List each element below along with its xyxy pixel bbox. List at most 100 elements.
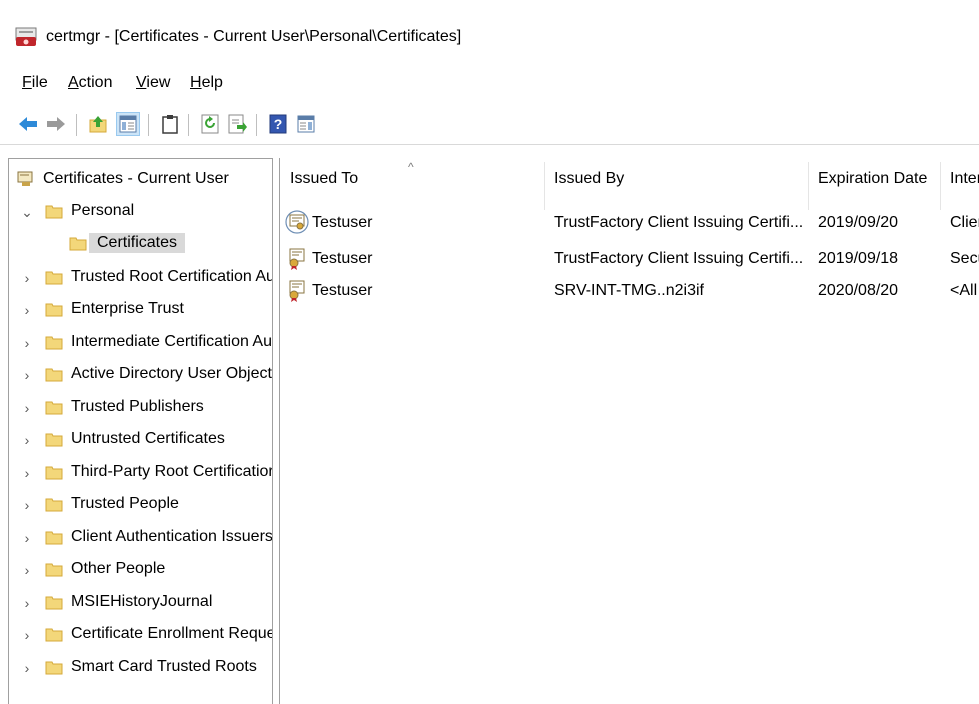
cell-issued-to: Testuser <box>312 214 373 231</box>
menu-file-label: ile <box>31 74 48 91</box>
chevron-right-icon[interactable]: › <box>21 627 33 643</box>
folder-icon <box>45 303 63 317</box>
folder-icon <box>45 401 63 415</box>
chevron-right-icon[interactable]: › <box>21 270 33 286</box>
chevron-right-icon[interactable]: › <box>21 530 33 546</box>
column-header-expiration-date[interactable]: Expiration Date <box>818 170 938 210</box>
back-button[interactable] <box>16 112 40 136</box>
tree-item-personal[interactable]: ⌄ Personal <box>9 199 272 225</box>
menu-action[interactable]: Action <box>68 74 112 92</box>
folder-icon <box>45 596 63 610</box>
help-button[interactable]: ? <box>266 112 290 136</box>
cell-issued-by: SRV-INT-TMG..n2i3if <box>554 282 704 299</box>
tree-item-label: Intermediate Certification Au <box>71 333 272 350</box>
tree-item-label: Third-Party Root Certificatior <box>71 463 273 480</box>
tree-item-trusted-people[interactable]: › Trusted People <box>9 492 272 518</box>
chevron-right-icon[interactable]: › <box>21 335 33 351</box>
tree-item-client-auth-issuers[interactable]: › Client Authentication Issuers <box>9 525 273 551</box>
certificate-list[interactable]: ^ Issued To Issued By Expiration Date In… <box>279 158 979 704</box>
folder-icon <box>45 498 63 512</box>
up-one-level-button[interactable] <box>86 112 110 136</box>
tree-item-label: Client Authentication Issuers <box>71 528 273 545</box>
tree-root-label: Certificates - Current User <box>43 170 229 187</box>
cell-issued-to: Testuser <box>312 282 373 299</box>
chevron-right-icon[interactable]: › <box>21 465 33 481</box>
menu-action-label: ction <box>78 74 113 91</box>
menu-help-label: elp <box>201 74 223 91</box>
refresh-icon <box>201 114 219 134</box>
show-hide-console-tree-button[interactable] <box>116 112 140 136</box>
tree-item-label: Enterprise Trust <box>71 300 184 317</box>
column-divider[interactable] <box>544 162 545 210</box>
export-list-icon <box>228 114 247 134</box>
chevron-right-icon[interactable]: › <box>21 595 33 611</box>
console-tree[interactable]: Certificates - Current User ⌄ Personal C… <box>8 158 273 704</box>
tree-item-enterprise-trust[interactable]: › Enterprise Trust <box>9 297 272 323</box>
tree-item-untrusted[interactable]: › Untrusted Certificates <box>9 427 272 453</box>
tree-item-active-directory[interactable]: › Active Directory User Object <box>9 362 272 388</box>
menu-file[interactable]: File <box>22 74 48 92</box>
tree-item-trusted-root[interactable]: › Trusted Root Certification Au <box>9 265 273 291</box>
window-title: certmgr - [Certificates - Current User\P… <box>46 28 462 45</box>
table-row[interactable]: Testuser TrustFactory Client Issuing Cer… <box>280 244 979 276</box>
folder-icon <box>45 368 63 382</box>
tree-item-label: Other People <box>71 560 166 577</box>
tree-item-label: Certificates <box>89 233 186 253</box>
menu-view[interactable]: View <box>136 74 170 92</box>
certificate-icon <box>289 280 305 302</box>
tree-item-enrollment-requests[interactable]: › Certificate Enrollment Reque: <box>9 622 272 648</box>
up-folder-icon <box>89 116 107 133</box>
tree-root[interactable]: Certificates - Current User <box>9 167 272 193</box>
tree-item-smart-card-roots[interactable]: › Smart Card Trusted Roots <box>9 655 272 681</box>
tree-item-trusted-publishers[interactable]: › Trusted Publishers <box>9 395 272 421</box>
cell-intended-purposes: Secu <box>950 250 979 267</box>
clipboard-button[interactable] <box>158 112 182 136</box>
chevron-right-icon[interactable]: › <box>21 432 33 448</box>
chevron-right-icon[interactable]: › <box>21 367 33 383</box>
menu-help[interactable]: Help <box>190 74 223 92</box>
forward-button[interactable] <box>44 112 68 136</box>
column-divider[interactable] <box>940 162 941 210</box>
export-list-button[interactable] <box>226 112 250 136</box>
folder-icon <box>45 563 63 577</box>
tree-item-other-people[interactable]: › Other People <box>9 557 272 583</box>
forward-icon <box>47 117 65 131</box>
show-hide-action-pane-icon <box>297 115 315 133</box>
folder-icon <box>45 661 63 675</box>
back-icon <box>19 117 37 131</box>
chevron-right-icon[interactable]: › <box>21 660 33 676</box>
folder-icon <box>69 237 87 251</box>
chevron-down-icon[interactable]: ⌄ <box>21 204 33 220</box>
refresh-button[interactable] <box>198 112 222 136</box>
column-header-issued-to[interactable]: Issued To <box>290 170 540 210</box>
tree-item-label: Personal <box>71 202 135 219</box>
tree-item-label: Trusted Publishers <box>71 398 204 415</box>
folder-icon <box>45 466 63 480</box>
folder-icon <box>45 205 63 219</box>
tree-item-label: Active Directory User Object <box>71 365 272 382</box>
tree-item-certificates[interactable]: Certificates <box>9 231 272 257</box>
column-header-label: Expiration Date <box>818 170 928 187</box>
column-divider[interactable] <box>808 162 809 210</box>
tree-item-label: MSIEHistoryJournal <box>71 593 213 610</box>
column-header-intended-purposes[interactable]: Inter <box>950 170 979 210</box>
tree-item-label: Trusted Root Certification Au <box>71 268 273 285</box>
table-row[interactable]: Testuser SRV-INT-TMG..n2i3if 2020/08/20 … <box>280 276 979 308</box>
cell-intended-purposes: Clier <box>950 214 979 231</box>
chevron-right-icon[interactable]: › <box>21 400 33 416</box>
menu-action-accel: A <box>68 74 79 91</box>
tree-item-intermediate[interactable]: › Intermediate Certification Au <box>9 330 272 356</box>
chevron-right-icon[interactable]: › <box>21 497 33 513</box>
tree-item-msie-history[interactable]: › MSIEHistoryJournal <box>9 590 272 616</box>
cell-expiration-date: 2019/09/20 <box>818 214 899 231</box>
cell-issued-by: TrustFactory Client Issuing Certifi... <box>554 214 804 231</box>
certificate-icon <box>285 210 309 234</box>
tree-item-third-party-root[interactable]: › Third-Party Root Certificatior <box>9 460 273 486</box>
column-header-issued-by[interactable]: Issued By <box>554 170 804 210</box>
chevron-right-icon[interactable]: › <box>21 302 33 318</box>
show-hide-action-pane-button[interactable] <box>294 112 318 136</box>
chevron-right-icon[interactable]: › <box>21 562 33 578</box>
certmgr-app-icon <box>15 27 37 46</box>
svg-text:?: ? <box>274 116 283 132</box>
table-row[interactable]: Testuser TrustFactory Client Issuing Cer… <box>280 208 979 240</box>
